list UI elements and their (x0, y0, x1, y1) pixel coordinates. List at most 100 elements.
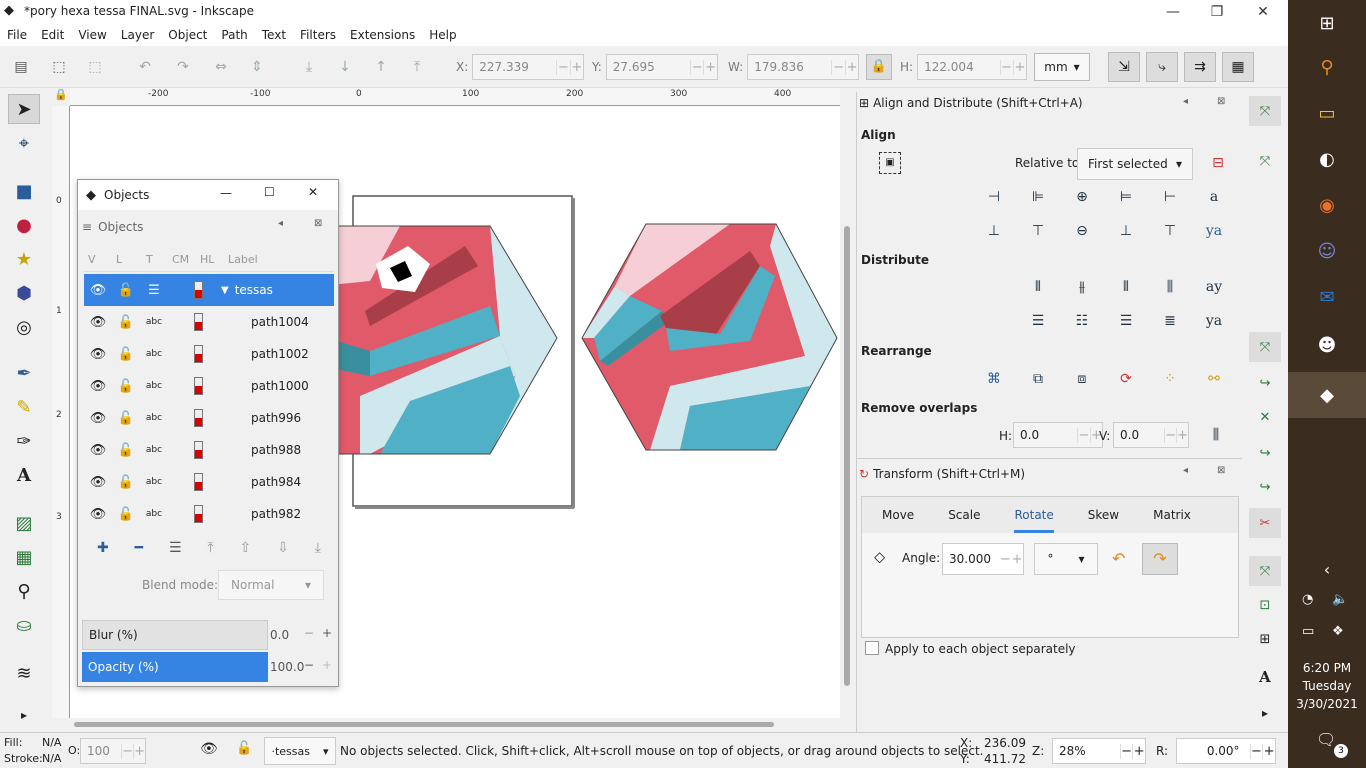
snap-bbox-icon[interactable]: ⤧ (1249, 146, 1281, 176)
zoom-spin[interactable]: 28% − + (1052, 738, 1146, 764)
align-text-baseline-icon[interactable]: ya (1201, 218, 1227, 244)
unclump-icon[interactable]: ⚯ (1201, 366, 1227, 392)
align-left-to-right-icon[interactable]: ⊢ (1157, 184, 1183, 210)
snap-intersections-icon[interactable]: ✕ (1249, 402, 1281, 432)
w-input[interactable]: 179.836 (748, 60, 831, 74)
distribute-middle-icon[interactable]: ☷ (1069, 308, 1095, 334)
close-button[interactable]: ✕ (1240, 0, 1286, 24)
snap-page-icon[interactable]: ⊡ (1249, 590, 1281, 620)
exchange-rotate-icon[interactable]: ⟳ (1113, 366, 1139, 392)
blend-mode-select[interactable]: Normal ▾ (218, 570, 324, 600)
notification-icon[interactable]: 🗨 (1316, 730, 1336, 749)
flip-horizontal-icon[interactable]: ⇔ (210, 56, 232, 78)
raise-icon[interactable]: ↑ (370, 56, 392, 78)
guide-lock-icon[interactable]: 🔒 (52, 88, 70, 106)
exchange-positions-icon[interactable]: ⧉ (1025, 366, 1051, 392)
spiral-tool-icon[interactable]: ◎ (8, 312, 40, 342)
lock-ratio-icon[interactable]: 🔒 (866, 54, 892, 80)
dropper-tool-icon[interactable]: ⚲ (8, 576, 40, 606)
distribute-left-icon[interactable]: ⫴ (1025, 274, 1051, 300)
exchange-z-order-icon[interactable]: ⧈ (1069, 366, 1095, 392)
raise-top-icon[interactable]: ⤒ (406, 56, 428, 78)
lower-icon[interactable]: ⇩ (277, 540, 289, 556)
angle-input[interactable]: 30.000− + (942, 543, 1024, 575)
more-snap-icon[interactable]: ▸ (1249, 698, 1281, 728)
stroke-indicator[interactable]: N/A (42, 752, 61, 765)
distribute-bottom-icon[interactable]: ☰ (1113, 308, 1139, 334)
start-windows-icon[interactable]: ⊞ (1288, 0, 1366, 46)
menu-view[interactable]: View (71, 28, 113, 42)
scale-corners-icon[interactable]: ⤷ (1146, 52, 1178, 82)
clock-time[interactable]: 6:20 PM (1288, 661, 1366, 675)
menu-help[interactable]: Help (422, 28, 463, 42)
horizontal-scrollbar[interactable] (70, 719, 840, 729)
tab-close-icon[interactable]: ⊠ (314, 218, 322, 229)
panel-menu-icon[interactable]: ◂ (1183, 96, 1188, 107)
object-row[interactable]: 👁 🔓 abc path1004 (84, 306, 334, 338)
wifi-icon[interactable]: ◔ (1302, 592, 1313, 607)
menu-file[interactable]: File (0, 28, 34, 42)
move-gradients-icon[interactable]: ⇉ (1184, 52, 1216, 82)
unit-select[interactable]: mm ▾ (1034, 53, 1090, 81)
more-tools-icon[interactable]: ▸ (8, 700, 40, 730)
menu-layer[interactable]: Layer (114, 28, 161, 42)
panel-menu-icon[interactable]: ◂ (1183, 465, 1188, 476)
object-row[interactable]: 👁 🔓 abc path988 (84, 434, 334, 466)
treat-as-group-icon[interactable]: ▣ (879, 152, 901, 174)
y-input[interactable]: 27.695 (607, 60, 690, 74)
search-icon[interactable]: ⚲ (1288, 44, 1366, 90)
minimize-button[interactable]: — (220, 186, 232, 200)
overlap-h-spin[interactable]: 0.0− + (1013, 422, 1103, 448)
maximize-button[interactable]: ☐ (264, 185, 275, 199)
lower-bottom-icon[interactable]: ⤓ (298, 56, 320, 78)
snap-centers-icon[interactable]: ⤧ (1249, 556, 1281, 586)
move-to-layer-icon[interactable]: ☰ (169, 540, 182, 556)
raise-top-icon[interactable]: ⤒ (207, 540, 213, 556)
snap-grid-icon[interactable]: ⊞ (1249, 624, 1281, 654)
layer-lock-icon[interactable]: 🔓 (236, 741, 252, 756)
distribute-gaps-icon[interactable]: ⫼ (1157, 274, 1183, 300)
add-layer-icon[interactable]: ✚ (97, 540, 109, 556)
align-right-to-left-icon[interactable]: ⊣ (981, 184, 1007, 210)
graph-layout-icon[interactable]: ⌘ (981, 366, 1007, 392)
align-top-to-bottom-icon[interactable]: ⊤ (1157, 218, 1183, 244)
menu-filters[interactable]: Filters (293, 28, 343, 42)
tab-matrix[interactable]: Matrix (1153, 508, 1191, 522)
snap-smooth-nodes-icon[interactable]: ↪ (1249, 438, 1281, 468)
lower-icon[interactable]: ↓ (334, 56, 356, 78)
center-horizontal-axis-icon[interactable]: ⊖ (1069, 218, 1095, 244)
rotate-cw-icon[interactable]: ↷ (172, 56, 194, 78)
object-row-tessas[interactable]: 👁 🔓 ☰ ▼ tessas (84, 274, 334, 306)
battery-icon[interactable]: ▭ (1302, 624, 1314, 639)
align-baseline-icon[interactable]: a (1201, 184, 1227, 210)
dropbox-icon[interactable]: ❖ (1332, 624, 1344, 639)
x-input[interactable]: 227.339 (473, 60, 556, 74)
firefox-icon[interactable]: ◉ (1288, 182, 1366, 228)
opacity-slider[interactable]: Opacity (%) (82, 652, 268, 682)
object-row[interactable]: 👁 🔓 abc path984 (84, 466, 334, 498)
object-row[interactable]: 👁 🔓 abc path1000 (84, 370, 334, 402)
raise-icon[interactable]: ⇧ (240, 540, 252, 556)
align-anchor-icon[interactable]: ⊟ (1205, 150, 1231, 176)
pen-tool-icon[interactable]: ✒ (8, 358, 40, 388)
flip-vertical-icon[interactable]: ⇕ (246, 56, 268, 78)
randomize-positions-icon[interactable]: ⁘ (1157, 366, 1183, 392)
mail-icon[interactable]: ✉ (1288, 274, 1366, 320)
distribute-text-baseline-icon[interactable]: ay (1201, 274, 1227, 300)
3d-box-tool-icon[interactable]: ⬢ (8, 278, 40, 308)
discord-icon[interactable]: ☺ (1288, 228, 1366, 274)
close-button[interactable]: ✕ (308, 185, 318, 199)
chevron-left-icon[interactable]: ‹ (1288, 546, 1366, 592)
star-tool-icon[interactable]: ★ (8, 244, 40, 274)
distribute-right-icon[interactable]: ⫴ (1113, 274, 1139, 300)
app-icon[interactable]: ☻ (1288, 322, 1366, 368)
snap-toggle-icon[interactable]: ⤧ (1249, 96, 1281, 126)
inkscape-taskbar-icon[interactable]: ◆ (1288, 372, 1366, 418)
distribute-center-icon[interactable]: ⫵ (1069, 274, 1095, 300)
menu-path[interactable]: Path (214, 28, 254, 42)
overlap-v-spin[interactable]: 0.0− + (1113, 422, 1189, 448)
deselect-icon[interactable]: ⬚ (84, 56, 106, 78)
menu-text[interactable]: Text (255, 28, 293, 42)
tweak-tool-icon[interactable]: ≋ (8, 658, 40, 688)
minimize-button[interactable]: — (1150, 0, 1196, 24)
